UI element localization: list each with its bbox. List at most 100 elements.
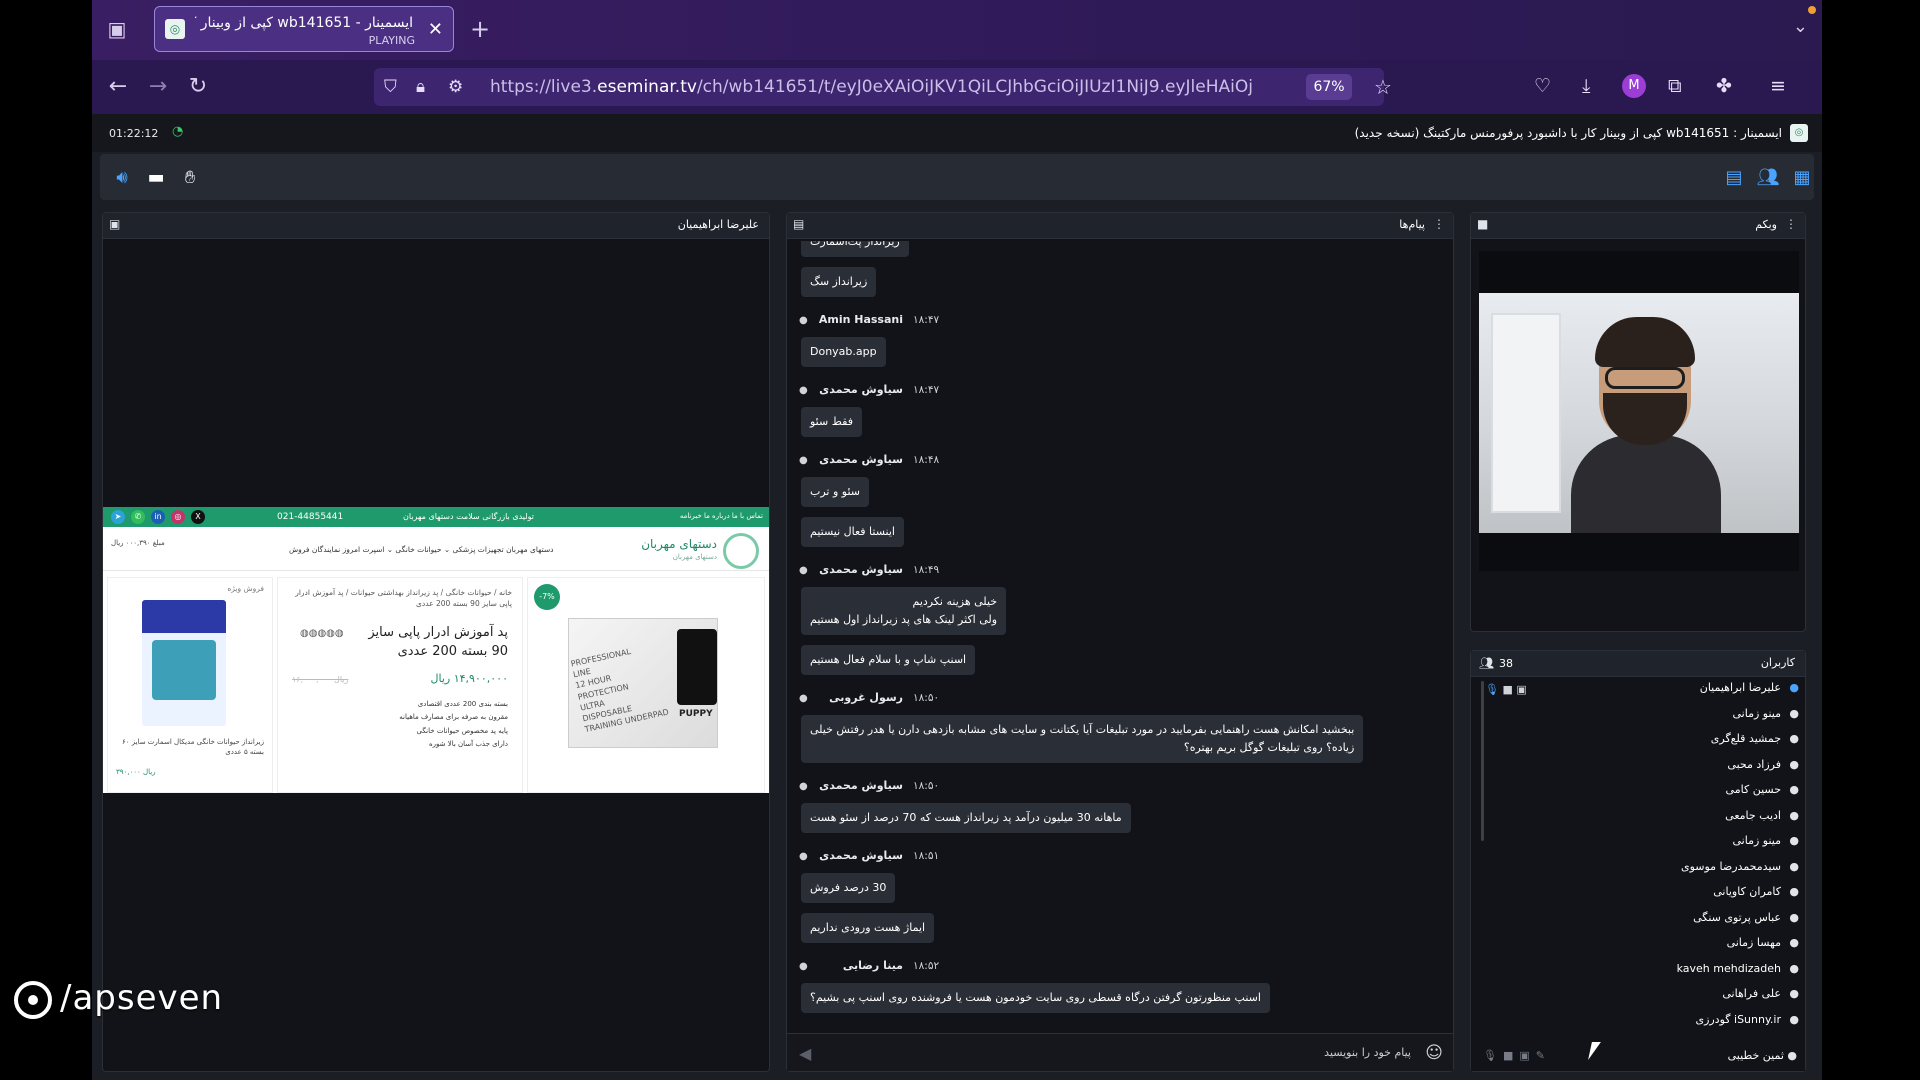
user-name: فرزاد محبی bbox=[1727, 757, 1781, 771]
favicon-icon: ◎ bbox=[165, 19, 185, 39]
user-list-item[interactable]: ● kaveh mehdizadeh bbox=[1479, 962, 1799, 982]
user-name: kaveh mehdizadeh bbox=[1676, 961, 1781, 975]
user-list-item[interactable]: ● مینو زمانی bbox=[1479, 707, 1800, 727]
user-list-item[interactable]: ● حسین کامی bbox=[1479, 783, 1799, 803]
user-icon: ● bbox=[1789, 681, 1799, 694]
bookmark-star-icon[interactable]: ☆ bbox=[1374, 75, 1392, 99]
presenter-media-icons[interactable]: 🎙︎ ■ ▣ bbox=[1485, 683, 1527, 696]
users-footer-row[interactable]: 🎙︎■▣✎ ● ثمین خطیبی bbox=[1471, 1043, 1805, 1071]
more-options-icon[interactable]: ⋮ bbox=[1433, 217, 1445, 231]
zoom-level[interactable]: 67% bbox=[1306, 74, 1352, 100]
shared-screen: ➤ ✆ in ◎ X 021-44855441 تولیدی بازرگانی … bbox=[103, 507, 769, 793]
download-icon[interactable]: ⤓ bbox=[1582, 75, 1590, 97]
extensions-icon[interactable]: ⧉ bbox=[1668, 75, 1682, 97]
users-toggle-icon[interactable]: 👥︎ bbox=[1754, 163, 1782, 191]
message-bubble: Donyab.app bbox=[801, 337, 886, 368]
product-pack-image bbox=[142, 600, 226, 726]
microphone-icon: 🎙︎ bbox=[1485, 683, 1499, 696]
emoji-icon[interactable]: ☺ bbox=[1425, 1043, 1443, 1063]
discount-badge: -7% bbox=[534, 584, 560, 610]
profile-avatar[interactable]: M bbox=[1622, 74, 1646, 98]
user-name: ادیب جامعی bbox=[1725, 808, 1781, 822]
forward-icon[interactable]: → bbox=[144, 72, 172, 100]
presenter-video bbox=[1571, 317, 1721, 533]
message-time: ۱۸:۵۲ bbox=[913, 960, 940, 972]
pack-dog-image bbox=[152, 640, 216, 700]
pocket-icon[interactable]: ♡ bbox=[1534, 75, 1551, 97]
logo-icon: ◎ bbox=[1790, 124, 1808, 142]
info-bar: 01:22:12 ◔ ایسمینار : wb141651 کپی از وب… bbox=[92, 114, 1822, 152]
box-print: PROFESSIONAL LINE 12 HOUR PROTECTION ULT… bbox=[570, 647, 670, 735]
webcam-title: وبکم bbox=[1755, 218, 1777, 231]
user-icon: ● bbox=[1789, 808, 1799, 822]
users-panel: 👥︎ 38 کاربران ● علیرضا ابراهیمیان 🎙︎ ■ ▣ ● م… bbox=[1470, 650, 1806, 1072]
product-info-col: خانه / حیوانات خانگی / پد زیرانداز بهداش… bbox=[277, 577, 523, 793]
chat-panel: ▤ ⋮ پیام‌ها زیرانداز پت‌اسمارت زیرانداز س… bbox=[786, 212, 1454, 1072]
tab-overview-icon[interactable]: ▣ bbox=[102, 14, 132, 44]
lock-icon[interactable]: 🔒︎ bbox=[416, 77, 425, 97]
message-time: ۱۸:۴۷ bbox=[913, 314, 940, 326]
user-list-item[interactable]: ● فرزاد محبی bbox=[1479, 758, 1799, 778]
users-count: 38 bbox=[1499, 657, 1513, 670]
webcam-panel: ■ ⋮ وبکم bbox=[1470, 212, 1806, 632]
chat-icon: ▤ bbox=[793, 217, 805, 231]
message-bubble: اسنپ شاپ و با سلام فعال هستیم bbox=[801, 645, 976, 676]
webcam-video bbox=[1479, 293, 1799, 533]
chat-input[interactable]: پیام خود را بنویسید bbox=[1324, 1046, 1411, 1059]
user-icon: ● bbox=[1787, 1049, 1797, 1062]
user-name: سیدمحمدرضا موسوی bbox=[1680, 859, 1781, 873]
user-list-item[interactable]: ● ادیب جامعی bbox=[1479, 809, 1799, 829]
address-bar[interactable]: ⛉ 🔒︎ ⚙ https://live3.eseminar.tv/ch/wb14… bbox=[374, 68, 1392, 106]
media-controls[interactable]: 🎙︎■▣✎ bbox=[1483, 1049, 1551, 1062]
message-time: ۱۸:۵۱ bbox=[913, 850, 940, 862]
user-list-item[interactable]: ● کامران کاویانی bbox=[1479, 885, 1799, 905]
user-icon: ● bbox=[1789, 732, 1799, 745]
user-list-item[interactable]: ● جمشید قلع‌گری bbox=[1479, 732, 1799, 752]
product-title: پد آموزش ادرار پاپی سایز 90 بسته 200 عدد… bbox=[368, 625, 508, 659]
chat-messages[interactable]: زیرانداز پت‌اسمارت زیرانداز سگ ● Amin Hassa… bbox=[795, 241, 1445, 1029]
linkedin-icon: in bbox=[151, 510, 165, 524]
chevron-down-icon[interactable]: ⌄ bbox=[1793, 16, 1808, 37]
product-features: بسته بندی 200 عددی اقتصادی مقرون به صرفه… bbox=[399, 700, 508, 748]
user-name: جمشید قلع‌گری bbox=[1710, 732, 1781, 745]
panel-header: ▤ ⋮ پیام‌ها bbox=[787, 213, 1453, 239]
new-tab-icon[interactable]: + bbox=[470, 15, 490, 43]
user-list-item[interactable]: ● علیرضا ابراهیمیان 🎙︎ ■ ▣ bbox=[1479, 681, 1799, 701]
user-list-item[interactable]: ● علی فراهانی bbox=[1479, 987, 1799, 1007]
users-list[interactable]: ● علیرضا ابراهیمیان 🎙︎ ■ ▣ ● مینو زمانی ● جمشی… bbox=[1479, 681, 1799, 1041]
message-bubble: 30 درصد فروش bbox=[801, 873, 896, 904]
site-brand: دستهای مهربان bbox=[641, 537, 717, 551]
back-icon[interactable]: ← bbox=[104, 72, 132, 100]
puppy-label: PUPPY bbox=[679, 709, 713, 719]
chat-toggle-icon[interactable]: ▤ bbox=[1720, 163, 1748, 191]
user-name: ● ثمین خطیبی bbox=[1727, 1049, 1797, 1062]
shield-icon[interactable]: ⛉ bbox=[384, 77, 397, 97]
user-list-item[interactable]: ● سیدمحمدرضا موسوی bbox=[1479, 860, 1799, 880]
brand-logo: ◍◍◍◍◍ bbox=[300, 628, 344, 639]
speaker-icon[interactable]: 🔊︎ bbox=[108, 163, 136, 191]
browser-tab[interactable]: ◎ ایسمینار - wb141651 کپی از وبینار کا P… bbox=[154, 6, 454, 52]
close-icon[interactable]: ✕ bbox=[428, 19, 443, 40]
url-text[interactable]: https://live3.eseminar.tv/ch/wb141651/t/… bbox=[490, 77, 1260, 97]
site-tagline: تولیدی بازرگانی سلامت دستهای مهربان bbox=[403, 512, 534, 521]
user-list-item[interactable]: ● iSunny.ir گودرزی bbox=[1479, 1013, 1799, 1033]
user-name: عباس پرتوی سنگی bbox=[1693, 910, 1781, 924]
vpn-extension-icon[interactable]: ✤ bbox=[1716, 75, 1732, 97]
send-icon[interactable]: ◀ bbox=[799, 1044, 811, 1063]
more-options-icon[interactable]: ⋮ bbox=[1785, 217, 1797, 231]
user-name: مهسا زمانی bbox=[1726, 936, 1781, 949]
user-name: علی فراهانی bbox=[1722, 987, 1781, 1000]
menu-icon[interactable]: ≡ bbox=[1770, 75, 1786, 97]
raise-hand-icon[interactable]: ✋︎ bbox=[176, 163, 204, 191]
folder-icon[interactable]: ▬ bbox=[142, 163, 170, 191]
permissions-icon[interactable]: ⚙ bbox=[448, 77, 463, 97]
user-list-item[interactable]: ● عباس پرتوی سنگی bbox=[1479, 911, 1799, 931]
user-list-item[interactable]: ● مینو زمانی bbox=[1479, 834, 1800, 854]
message-author: Amin Hassani bbox=[818, 313, 903, 326]
session-clock: 01:22:12 bbox=[109, 127, 159, 140]
message-author: مینا رضایی bbox=[842, 959, 903, 972]
grid-layout-icon[interactable]: ▦ bbox=[1788, 163, 1816, 191]
screen-share-icon[interactable]: ▣ bbox=[109, 217, 120, 231]
reload-icon[interactable]: ↻ bbox=[184, 72, 212, 100]
user-list-item[interactable]: ● مهسا زمانی bbox=[1479, 936, 1799, 956]
